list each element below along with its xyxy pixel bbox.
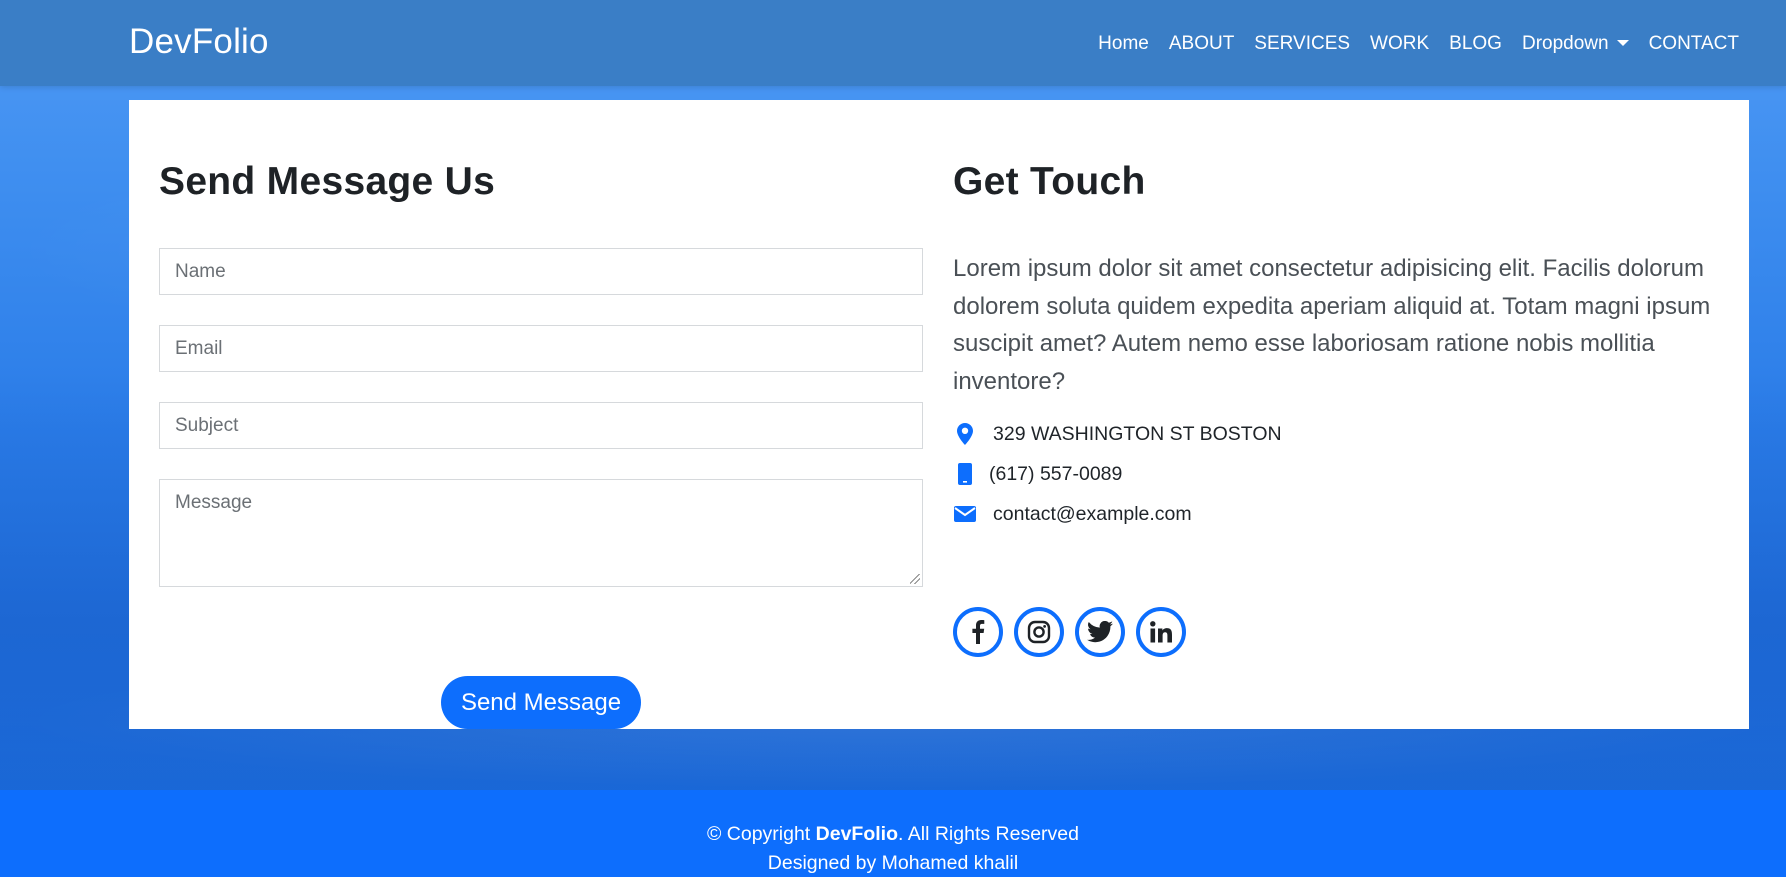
envelope-icon xyxy=(953,502,977,526)
send-message-button[interactable]: Send Message xyxy=(441,676,641,729)
resize-handle-icon[interactable] xyxy=(910,574,920,584)
nav-services[interactable]: SERVICES xyxy=(1254,33,1350,55)
linkedin-icon[interactable] xyxy=(1136,607,1186,657)
contact-card: Send Message Us Name Email Subject Messa… xyxy=(129,100,1749,729)
caret-down-icon xyxy=(1616,40,1629,46)
phone-text: (617) 557-0089 xyxy=(989,462,1123,485)
copyright-suffix: . All Rights Reserved xyxy=(898,823,1079,845)
navbar: DevFolio Home ABOUT SERVICES WORK BLOG D… xyxy=(0,0,1786,86)
nav-contact[interactable]: CONTACT xyxy=(1649,33,1739,55)
info-paragraph: Lorem ipsum dolor sit amet consectetur a… xyxy=(953,255,1711,395)
message-placeholder: Message xyxy=(175,492,253,513)
twitter-icon[interactable] xyxy=(1075,607,1125,657)
email-input[interactable]: Email xyxy=(159,325,923,372)
copyright-brand: DevFolio xyxy=(815,823,898,845)
nav-home[interactable]: Home xyxy=(1098,33,1149,55)
nav-about[interactable]: ABOUT xyxy=(1169,33,1234,55)
nav-dropdown-label: Dropdown xyxy=(1521,33,1609,54)
facebook-icon[interactable] xyxy=(953,607,1003,657)
info-title: Get Touch xyxy=(953,160,1146,203)
address-text: 329 WASHINGTON ST BOSTON xyxy=(993,422,1282,445)
map-pin-icon xyxy=(953,422,977,446)
contact-info: Get Touch Lorem ipsum dolor sit amet con… xyxy=(953,160,1717,657)
copyright-text: © Copyright DevFolio. All Rights Reserve… xyxy=(0,823,1786,846)
copyright-prefix: © Copyright xyxy=(706,823,816,845)
nav-dropdown[interactable]: Dropdown xyxy=(1522,33,1629,55)
email-row: contact@example.com xyxy=(953,502,1192,526)
phone-icon xyxy=(953,462,977,486)
name-input[interactable]: Name xyxy=(159,248,923,295)
nav-work[interactable]: WORK xyxy=(1370,33,1429,55)
address-row: 329 WASHINGTON ST BOSTON xyxy=(953,422,1282,446)
email-text[interactable]: contact@example.com xyxy=(993,503,1192,526)
message-textarea[interactable]: Message xyxy=(159,479,923,587)
footer: © Copyright DevFolio. All Rights Reserve… xyxy=(0,790,1786,877)
nav-links: Home ABOUT SERVICES WORK BLOG Dropdown C… xyxy=(1098,33,1739,55)
subject-input[interactable]: Subject xyxy=(159,402,923,449)
designer-credit: Designed by Mohamed khalil xyxy=(767,852,1019,874)
phone-row: (617) 557-0089 xyxy=(953,462,1122,486)
social-links xyxy=(953,607,1186,657)
instagram-icon[interactable] xyxy=(1014,607,1064,657)
brand-logo[interactable]: DevFolio xyxy=(129,22,269,62)
contact-form: Send Message Us Name Email Subject Messa… xyxy=(159,160,923,729)
nav-blog[interactable]: BLOG xyxy=(1449,33,1502,55)
form-title: Send Message Us xyxy=(159,160,496,203)
